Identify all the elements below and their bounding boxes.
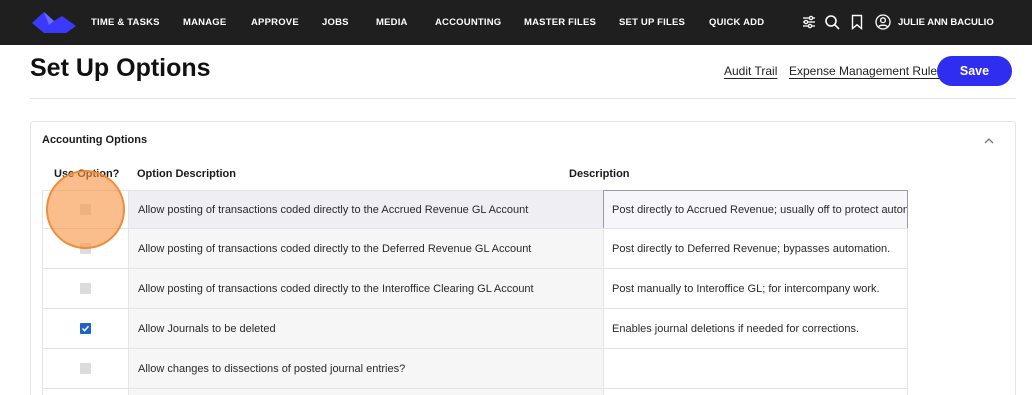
option-description-cell: Allow posting of transactions coded dire… — [128, 268, 604, 309]
option-description-cell: Allow changes to dissections of posted j… — [128, 348, 604, 389]
checkmark-icon — [81, 325, 90, 332]
nav-media[interactable]: MEDIA — [376, 0, 408, 45]
table-row: Allow posting of transactions coded dire… — [42, 228, 908, 269]
top-nav-bar: TIME & TASKS MANAGE APPROVE JOBS MEDIA A… — [0, 0, 1032, 45]
click-highlight-indicator — [46, 170, 125, 249]
nav-time-tasks[interactable]: TIME & TASKS — [91, 0, 160, 45]
table-row: Allow posting of transactions coded dire… — [42, 190, 908, 229]
header-divider — [30, 98, 1016, 99]
description-field[interactable] — [603, 348, 908, 389]
nav-jobs[interactable]: JOBS — [322, 0, 349, 45]
column-header-option-description: Option Description — [137, 168, 236, 180]
option-description-cell: Allow Journals to be deleted — [128, 308, 604, 349]
save-button[interactable]: Save — [937, 56, 1012, 86]
description-field[interactable]: Post directly to Deferred Revenue; bypas… — [603, 228, 908, 269]
panel-title: Accounting Options — [42, 134, 148, 146]
page-title: Set Up Options — [30, 54, 211, 82]
user-circle-icon[interactable] — [875, 14, 891, 30]
use-option-cell — [42, 268, 129, 309]
use-option-cell — [42, 388, 129, 395]
chevron-up-icon[interactable] — [983, 136, 995, 146]
description-field[interactable]: Post manually to Interoffice GL; for int… — [603, 268, 908, 309]
nav-manage[interactable]: MANAGE — [183, 0, 226, 45]
nav-master-files[interactable]: MASTER FILES — [524, 0, 596, 45]
option-description-cell — [128, 388, 604, 395]
option-description-cell: Allow posting of transactions coded dire… — [128, 190, 604, 229]
audit-trail-link[interactable]: Audit Trail — [724, 64, 777, 78]
app-logo-icon[interactable] — [32, 12, 76, 34]
sliders-icon[interactable] — [801, 14, 817, 30]
description-field[interactable] — [603, 388, 908, 395]
use-option-checkbox[interactable] — [80, 363, 91, 374]
use-option-checkbox[interactable] — [80, 283, 91, 294]
expense-management-rules-link[interactable]: Expense Management Rules — [789, 64, 943, 78]
use-option-cell — [42, 348, 129, 389]
use-option-cell — [42, 308, 129, 349]
description-field[interactable]: Post directly to Accrued Revenue; usuall… — [603, 190, 908, 229]
table-row: Allow Journals to be deleted Enables jou… — [42, 308, 908, 349]
option-description-cell: Allow posting of transactions coded dire… — [128, 228, 604, 269]
nav-approve[interactable]: APPROVE — [251, 0, 299, 45]
use-option-checkbox-checked[interactable] — [80, 323, 91, 334]
table-row: Allow posting of transactions coded dire… — [42, 268, 908, 309]
bookmark-icon[interactable] — [849, 14, 865, 30]
user-name[interactable]: JULIE ANN BACULIO — [898, 0, 994, 45]
search-icon[interactable] — [824, 14, 840, 30]
nav-quick-add[interactable]: QUICK ADD — [709, 0, 764, 45]
column-header-description: Description — [569, 168, 630, 180]
nav-accounting[interactable]: ACCOUNTING — [435, 0, 501, 45]
nav-set-up-files[interactable]: SET UP FILES — [619, 0, 685, 45]
table-row — [42, 388, 908, 395]
table-row: Allow changes to dissections of posted j… — [42, 348, 908, 389]
description-field[interactable]: Enables journal deletions if needed for … — [603, 308, 908, 349]
